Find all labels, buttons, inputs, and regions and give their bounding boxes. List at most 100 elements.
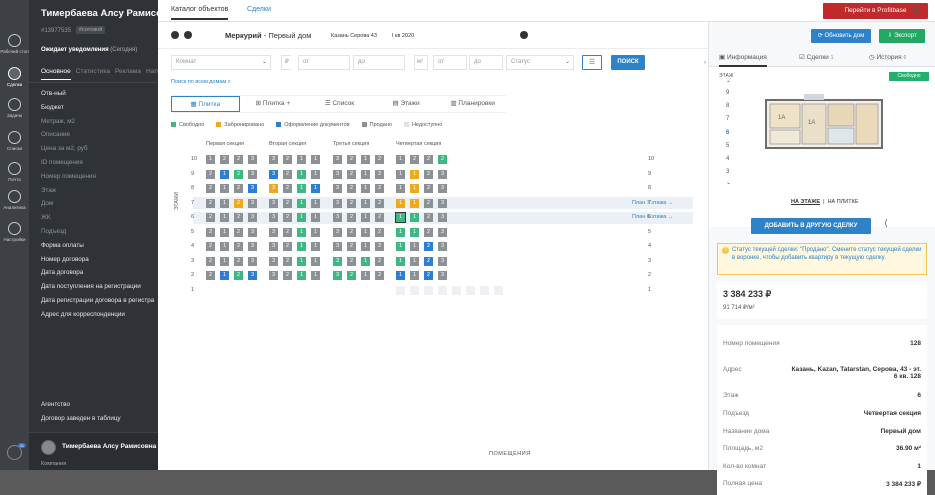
unit-cell[interactable]: 1 (361, 184, 370, 193)
unit-cell[interactable]: 1 (297, 184, 306, 193)
floor-selector-item[interactable]: 3 (726, 169, 729, 175)
unit-cell[interactable]: 1 (396, 242, 405, 251)
unit-cell[interactable]: 2 (347, 198, 356, 208)
unit-cell[interactable]: 3 (269, 256, 278, 266)
floor-selector-item[interactable]: 4 (726, 156, 729, 162)
unit-cell[interactable]: 3 (438, 271, 447, 280)
unit-cell[interactable]: 1 (311, 213, 320, 222)
unit-cell[interactable]: 2 (375, 184, 384, 193)
view-tab-1[interactable]: ⊞ Плитка + (240, 96, 307, 112)
unit-cell[interactable]: 1 (297, 242, 306, 251)
tab-info[interactable]: ▣ Информация (719, 53, 767, 67)
unit-cell[interactable]: 2 (206, 256, 215, 266)
unit-cell[interactable]: 1 (297, 227, 306, 237)
chevron-right-icon[interactable]: › (704, 60, 706, 66)
lead-tab[interactable]: Реклама (115, 68, 141, 75)
unit-cell[interactable]: 2 (424, 155, 433, 164)
floor-selector-item[interactable]: 7 (726, 116, 729, 122)
unit-cell[interactable]: 2 (424, 184, 433, 193)
unit-cell[interactable]: 3 (438, 256, 447, 266)
unit-cell[interactable]: 1 (410, 256, 419, 266)
unit-cell[interactable]: 3 (269, 169, 278, 179)
view-on-tile-link[interactable]: НА ПЛИТКЕ (828, 199, 859, 205)
unit-cell[interactable]: 1 (297, 256, 306, 266)
unit-cell[interactable]: 2 (283, 198, 292, 208)
unit-cell[interactable]: 3 (333, 198, 342, 208)
unit-cell[interactable]: 3 (333, 213, 342, 222)
unit-cell[interactable]: 2 (424, 198, 433, 208)
view-tab-3[interactable]: ▤ Этажи (373, 96, 440, 112)
unit-cell[interactable]: 2 (424, 169, 433, 179)
unit-cell[interactable]: 1 (220, 169, 229, 179)
unit-cell[interactable]: 2 (206, 213, 215, 222)
view-tab-0[interactable]: ▦ Плитка (171, 96, 240, 112)
unit-cell[interactable]: 1 (396, 256, 405, 266)
unit-cell[interactable]: 1 (311, 198, 320, 208)
area-from-input[interactable]: от (433, 55, 467, 70)
unit-cell[interactable]: 1 (206, 155, 215, 164)
unit-cell[interactable]: 2 (283, 213, 292, 222)
unit-cell[interactable]: 1 (297, 213, 306, 222)
unit-cell[interactable]: 1 (297, 169, 306, 179)
unit-cell[interactable]: 2 (234, 242, 243, 251)
area-to-input[interactable]: до (469, 55, 503, 70)
rail-item-0[interactable]: Рабочий стол (0, 34, 29, 54)
unit-cell[interactable]: 3 (438, 169, 447, 179)
unit-cell[interactable]: 2 (410, 155, 419, 164)
unit-cell[interactable]: 2 (206, 242, 215, 251)
rail-item-6[interactable]: Настройки (0, 222, 29, 242)
floor-plan-image[interactable]: 1A 1A (764, 94, 884, 152)
floor-selector-item[interactable]: 5 (726, 143, 729, 149)
unit-cell[interactable]: 1 (220, 242, 229, 251)
unit-cell[interactable]: 1 (361, 169, 370, 179)
unit-cell[interactable]: 3 (248, 169, 257, 179)
unit-cell[interactable]: 3 (438, 198, 447, 208)
unit-cell[interactable]: 2 (347, 213, 356, 222)
status-select[interactable]: Статус ⌄ (506, 55, 574, 70)
filter-settings-icon[interactable]: ☰ (582, 55, 602, 70)
unit-cell[interactable]: 2 (375, 213, 384, 222)
unit-cell[interactable]: 2 (347, 256, 356, 266)
unit-cell[interactable]: 2 (283, 227, 292, 237)
unit-cell[interactable]: 1 (396, 227, 405, 237)
floor-plan-link[interactable]: План 6 этажа → (632, 214, 673, 220)
lead-tag[interactable]: #сотовой (76, 26, 106, 34)
lead-stage[interactable]: Ожидает уведомления (Сегодня) (41, 47, 137, 53)
unit-cell[interactable]: 1 (396, 184, 405, 193)
unit-cell[interactable]: 1 (396, 271, 405, 280)
unit-cell[interactable]: 1 (220, 213, 229, 222)
unit-cell[interactable]: 2 (234, 213, 243, 222)
back-icon[interactable] (171, 31, 179, 39)
view-tab-2[interactable]: ☰ Список (306, 96, 373, 112)
notifications-icon[interactable]: 31 (7, 443, 26, 460)
unit-cell[interactable]: 1 (297, 198, 306, 208)
update-house-button[interactable]: ⟳ Обновить дом (811, 29, 871, 43)
unit-cell[interactable]: 2 (347, 169, 356, 179)
price-from-input[interactable]: от (298, 55, 350, 70)
unit-cell[interactable]: 1 (220, 184, 229, 193)
unit-cell[interactable]: 1 (220, 227, 229, 237)
unit-cell[interactable]: 2 (220, 155, 229, 164)
unit-cell[interactable]: 2 (438, 155, 447, 164)
unit-cell[interactable]: 3 (269, 271, 278, 280)
avatar[interactable] (41, 440, 56, 455)
unit-cell[interactable]: 1 (410, 227, 419, 237)
unit-cell[interactable]: 2 (375, 242, 384, 251)
unit-cell[interactable]: 3 (269, 155, 278, 164)
unit-cell[interactable]: 2 (283, 169, 292, 179)
unit-cell[interactable]: 1 (220, 198, 229, 208)
lead-tab[interactable]: Нап (146, 68, 158, 75)
unit-cell[interactable]: 1 (361, 155, 370, 164)
unit-cell[interactable]: 1 (395, 212, 406, 223)
unit-cell[interactable]: 1 (396, 169, 405, 179)
add-to-deal-button[interactable]: ДОБАВИТЬ В ДРУГУЮ СДЕЛКУ (751, 218, 871, 234)
unit-cell[interactable]: 2 (347, 271, 356, 280)
unit-cell[interactable]: 3 (269, 242, 278, 251)
unit-cell[interactable]: 2 (283, 242, 292, 251)
floor-selector-item[interactable]: 8 (726, 103, 729, 109)
unit-cell[interactable]: 1 (396, 155, 405, 164)
unit-cell[interactable]: 2 (375, 155, 384, 164)
floor-plan-link[interactable]: План 7 этажа → (632, 200, 673, 206)
unit-cell[interactable]: 2 (347, 184, 356, 193)
unit-cell[interactable]: 1 (220, 256, 229, 266)
